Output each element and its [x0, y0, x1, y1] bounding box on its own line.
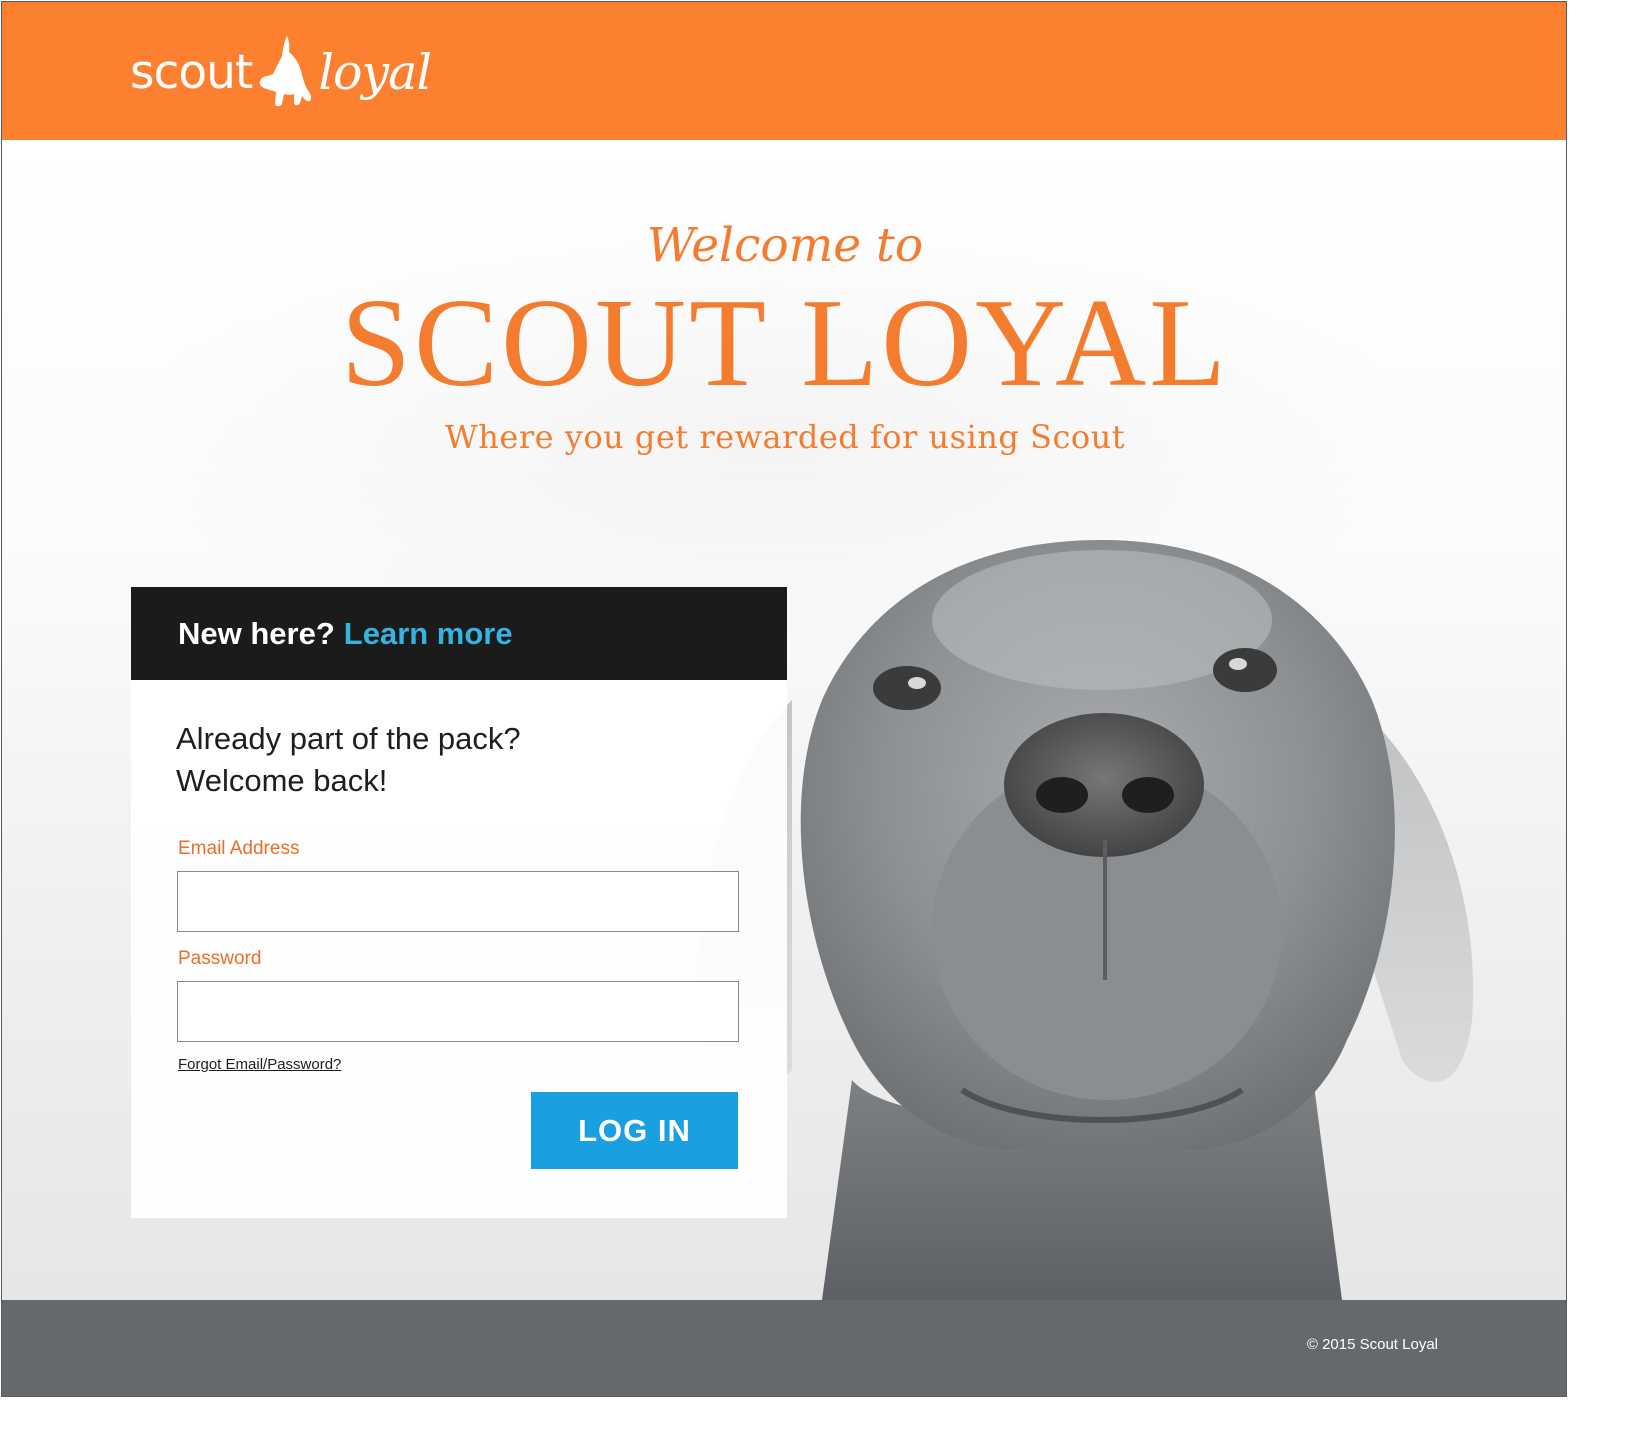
- logo-word-scout: scout: [130, 44, 253, 100]
- forgot-credentials-link[interactable]: Forgot Email/Password?: [178, 1056, 341, 1073]
- login-card: Already part of the pack? Welcome back! …: [131, 680, 787, 1218]
- greeting-line-1: Already part of the pack?: [176, 721, 521, 756]
- email-field[interactable]: [177, 871, 739, 932]
- login-greeting: Already part of the pack? Welcome back!: [176, 718, 521, 802]
- tagline: Where you get rewarded for using Scout: [444, 418, 1126, 456]
- logo-word-loyal: loyal: [318, 43, 432, 101]
- top-header: scout loyal: [2, 2, 1566, 140]
- copyright-text: © 2015 Scout Loyal: [1306, 1336, 1438, 1353]
- welcome-to-text: Welcome to: [646, 218, 924, 273]
- learn-more-link[interactable]: Learn more: [344, 616, 513, 652]
- email-label: Email Address: [178, 838, 300, 859]
- new-here-banner: New here? Learn more: [131, 587, 787, 680]
- brand-title: SCOUT LOYAL: [340, 274, 1230, 413]
- password-label: Password: [178, 948, 262, 969]
- login-button[interactable]: LOG IN: [531, 1092, 738, 1169]
- new-here-text: New here?: [178, 615, 335, 651]
- footer: © 2015 Scout Loyal: [2, 1300, 1566, 1396]
- scout-loyal-logo[interactable]: scout loyal: [130, 32, 432, 112]
- page-frame: scout loyal Welcome to SCOUT LOYAL Where…: [1, 1, 1567, 1397]
- dog-silhouette-icon: [260, 36, 312, 107]
- password-field[interactable]: [177, 981, 739, 1042]
- greeting-line-2: Welcome back!: [176, 763, 388, 798]
